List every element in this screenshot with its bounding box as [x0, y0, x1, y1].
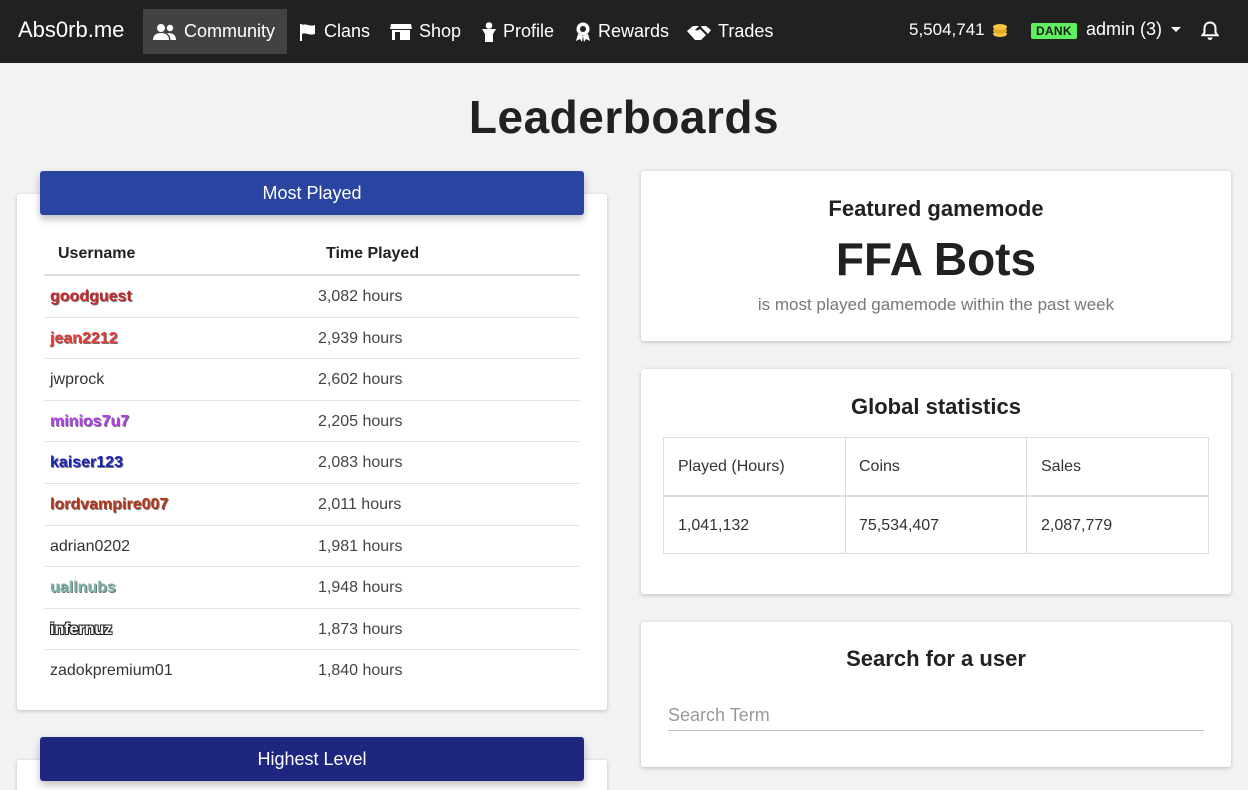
time-played-cell: 2,083 hours — [318, 454, 403, 472]
time-played-cell: 2,205 hours — [318, 412, 403, 430]
store-icon — [390, 23, 412, 40]
table-row: minios7u7 2,205 hours — [44, 401, 580, 443]
table-row: adrian0202 1,981 hours — [44, 526, 580, 568]
username-link[interactable]: minios7u7 — [50, 413, 129, 431]
username-link[interactable]: uallnubs — [50, 579, 116, 597]
table-row: lordvampire007 2,011 hours — [44, 484, 580, 526]
search-input[interactable] — [668, 700, 1204, 731]
username-link[interactable]: infernuz — [50, 621, 112, 639]
username-link[interactable]: kaiser123 — [50, 454, 123, 472]
username-link[interactable]: jwprock — [50, 371, 104, 389]
time-played-cell: 1,948 hours — [318, 579, 403, 597]
stat-header-sales: Sales — [1041, 458, 1082, 475]
table-row: infernuz 1,873 hours — [44, 609, 580, 651]
users-icon — [153, 23, 176, 40]
nav-trades[interactable]: Trades — [677, 9, 783, 54]
table-row: kaiser123 2,083 hours — [44, 442, 580, 484]
award-icon — [576, 22, 590, 42]
nav-shop[interactable]: Shop — [380, 9, 471, 54]
nav-rewards[interactable]: Rewards — [565, 9, 679, 54]
username-link[interactable]: lordvampire007 — [50, 496, 168, 514]
highest-level-header: Highest Level — [40, 737, 584, 781]
user-menu-label: admin (3) — [1086, 19, 1163, 39]
table-row: jwprock 2,602 hours — [44, 359, 580, 401]
brand-logo[interactable]: Abs0rb.me — [18, 17, 124, 43]
username-link[interactable]: goodguest — [50, 288, 132, 306]
leaderboard-table-header: Username Time Played — [44, 245, 580, 276]
stat-value-sales: 2,087,779 — [1041, 517, 1113, 534]
nav-trades-label: Trades — [718, 21, 774, 41]
table-row: jean2212 2,939 hours — [44, 318, 580, 360]
nav-profile-label: Profile — [503, 21, 555, 41]
user-icon — [482, 21, 496, 42]
chevron-down-icon — [1171, 27, 1182, 32]
nav-shop-label: Shop — [419, 21, 462, 41]
stat-header-played: Played (Hours) — [678, 458, 785, 475]
username-link[interactable]: zadokpremium01 — [50, 662, 173, 680]
nav-clans[interactable]: Clans — [289, 9, 380, 54]
global-statistics-title: Global statistics — [851, 394, 1021, 419]
stat-value-played: 1,041,132 — [678, 517, 750, 534]
nav-community[interactable]: Community — [143, 9, 287, 54]
page-title: Leaderboards — [468, 91, 780, 143]
featured-gamemode-name: FFA Bots — [835, 233, 1037, 285]
time-played-cell: 1,840 hours — [318, 662, 403, 680]
table-row: zadokpremium01 1,840 hours — [44, 650, 580, 692]
time-played-cell: 2,011 hours — [318, 496, 402, 513]
username-link[interactable]: adrian0202 — [50, 538, 130, 556]
column-username: Username — [58, 245, 136, 262]
search-user-title: Search for a user — [846, 646, 1026, 671]
bell-icon[interactable] — [1201, 21, 1219, 41]
nav-rewards-label: Rewards — [598, 21, 670, 41]
username-link[interactable]: jean2212 — [50, 330, 118, 348]
user-menu-dropdown[interactable]: admin (3) — [1086, 19, 1182, 40]
time-played-cell: 3,082 hours — [318, 288, 403, 305]
global-statistics-table: Played (Hours) Coins Sales 1,041,132 75,… — [663, 437, 1209, 554]
coin-balance[interactable]: 5,504,741 — [909, 20, 1009, 40]
time-played-cell: 1,873 hours — [318, 620, 403, 638]
stat-value-coins: 75,534,407 — [859, 517, 940, 534]
rank-badge: DANK — [1031, 23, 1077, 39]
featured-gamemode-label: Featured gamemode — [828, 196, 1044, 221]
time-played-cell: 1,981 hours — [318, 537, 403, 555]
time-played-cell: 2,602 hours — [318, 371, 403, 389]
most-played-header: Most Played — [40, 171, 584, 215]
table-row: goodguest 3,082 hours — [44, 276, 580, 318]
table-row: uallnubs 1,948 hours — [44, 567, 580, 609]
flag-icon — [300, 23, 315, 41]
coins-icon — [992, 24, 1007, 37]
search-user-card — [641, 622, 1231, 767]
featured-gamemode-description: is most played gamemode within the past … — [757, 295, 1115, 314]
nav-clans-label: Clans — [324, 21, 371, 41]
nav-profile[interactable]: Profile — [472, 9, 564, 54]
coin-balance-value: 5,504,741 — [909, 20, 985, 39]
stat-header-coins: Coins — [859, 458, 900, 475]
nav-community-label: Community — [184, 21, 276, 41]
handshake-icon — [687, 25, 711, 40]
column-time-played: Time Played — [326, 245, 420, 262]
top-navbar: Abs0rb.me Community Clans Shop Profile R… — [0, 0, 1248, 63]
time-played-cell: 2,939 hours — [318, 329, 403, 347]
